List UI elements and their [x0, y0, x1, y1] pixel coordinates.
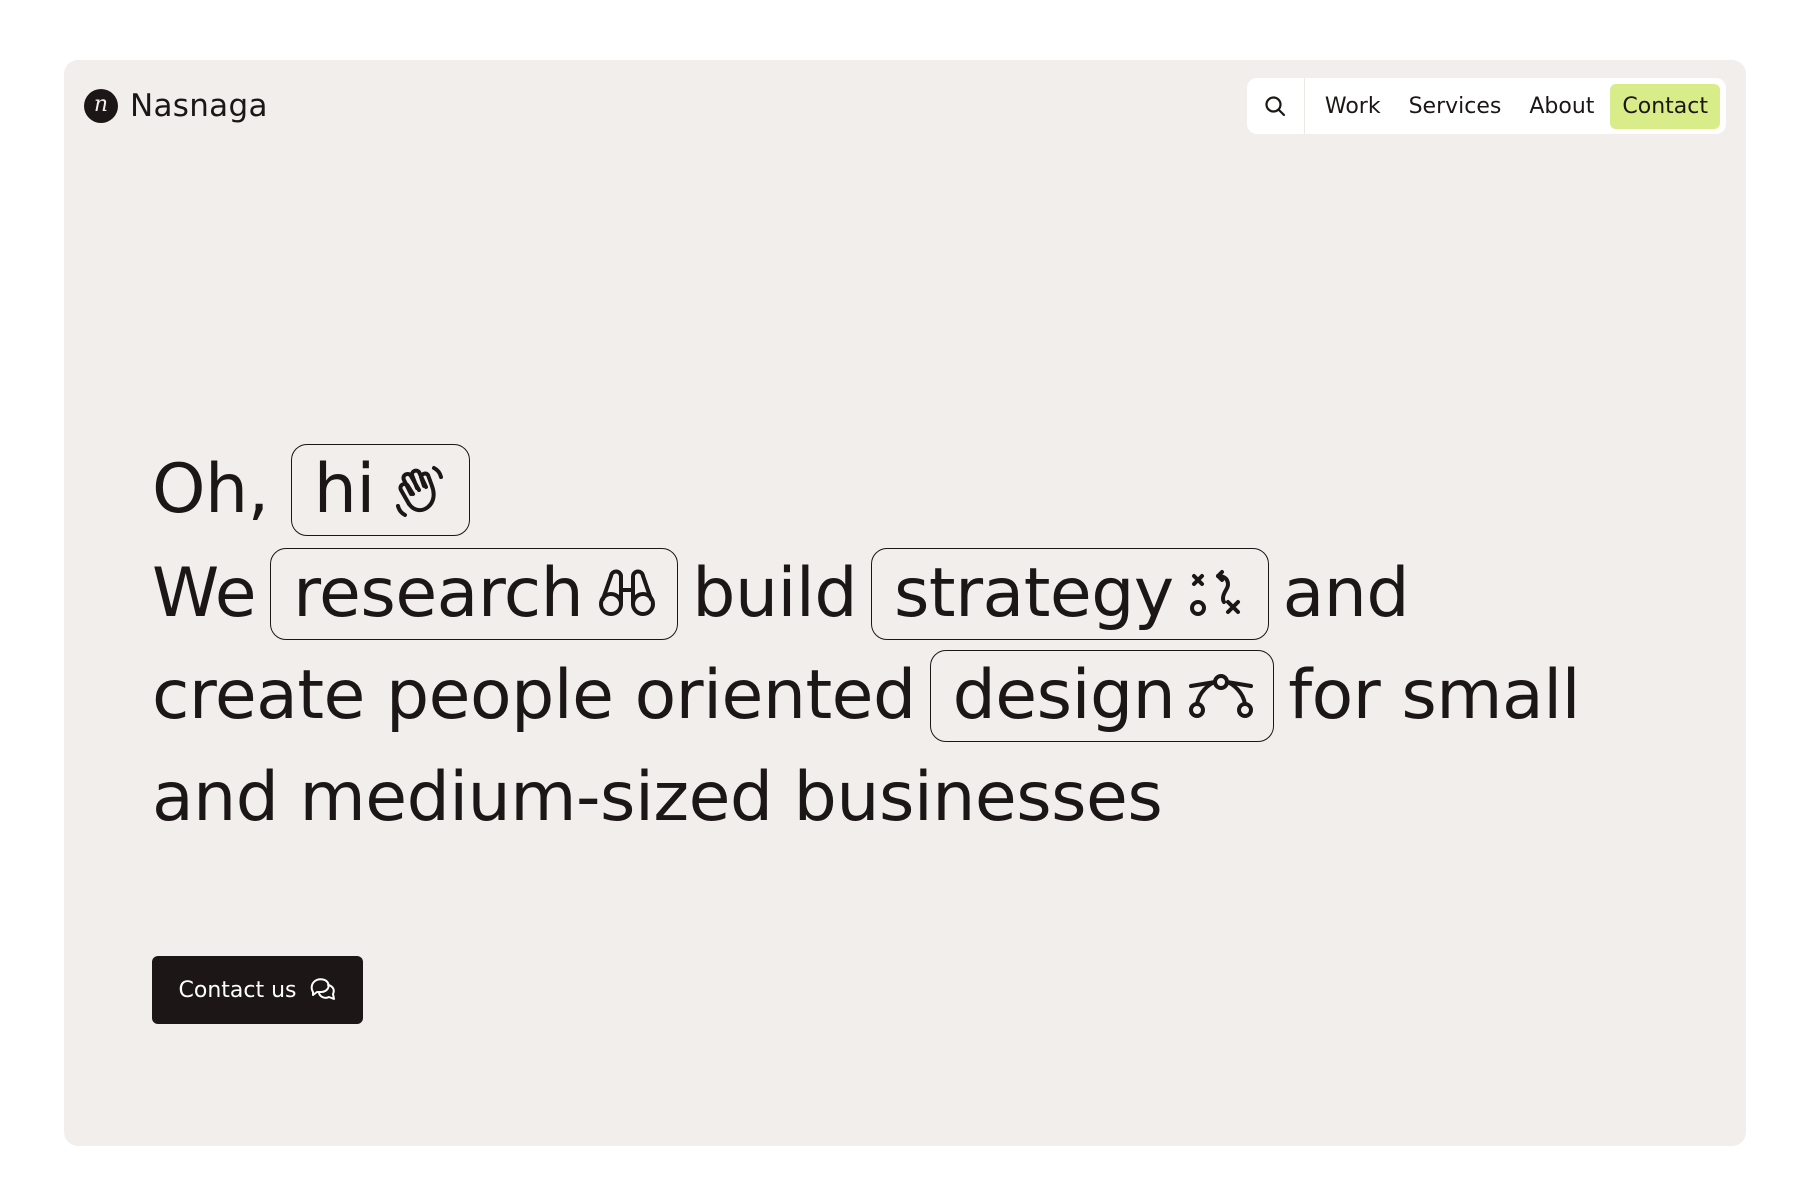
headline-word: build [692, 554, 857, 633]
brand-name: Nasnaga [130, 88, 268, 124]
pill-label: research [293, 554, 584, 633]
nav-item-services[interactable]: Services [1397, 84, 1514, 129]
search-icon [1265, 96, 1286, 117]
pill-strategy[interactable]: strategy [871, 548, 1269, 640]
headline-line-4: and medium-sized businesses [152, 746, 1672, 850]
pill-research[interactable]: research [270, 548, 679, 640]
pill-label: hi [313, 450, 376, 529]
brand-logo[interactable]: n Nasnaga [84, 88, 268, 124]
waving-hand-icon [395, 466, 443, 517]
pill-label: strategy [894, 554, 1174, 633]
nav-links: Work Services About Contact [1305, 83, 1720, 129]
headline-word: We [152, 554, 257, 633]
headline-line-2: We research build strategy and [152, 542, 1672, 646]
headline-word: Oh, [152, 450, 269, 529]
bezier-curve-icon [1189, 674, 1254, 718]
nav-item-work[interactable]: Work [1313, 84, 1393, 129]
strategy-play-icon [1189, 570, 1240, 616]
headline-line-1: Oh, hi [152, 438, 1672, 542]
top-nav: Work Services About Contact [1246, 78, 1726, 134]
nav-item-about[interactable]: About [1517, 84, 1606, 129]
headline-word: for small [1288, 656, 1580, 735]
binoculars-icon [599, 569, 656, 616]
contact-us-button[interactable]: Contact us [152, 956, 363, 1024]
nav-item-contact[interactable]: Contact [1610, 83, 1720, 129]
chat-bubbles-icon [310, 978, 335, 1000]
pill-label: design [952, 656, 1176, 735]
headline-word: and [1282, 554, 1410, 633]
hero-headline: Oh, hi We research build strategy and cr… [152, 438, 1672, 850]
headline-line-3: create people oriented design for small [152, 646, 1672, 746]
contact-us-label: Contact us [178, 977, 297, 1003]
pill-hi[interactable]: hi [290, 444, 470, 536]
headline-word: create people oriented [152, 656, 916, 735]
pill-design[interactable]: design [929, 650, 1275, 742]
search-button[interactable] [1247, 78, 1305, 134]
hero-panel: n Nasnaga Work Services About Contact Oh… [64, 60, 1746, 1146]
headline-word: and medium-sized businesses [152, 758, 1163, 837]
logo-mark: n [84, 89, 118, 123]
